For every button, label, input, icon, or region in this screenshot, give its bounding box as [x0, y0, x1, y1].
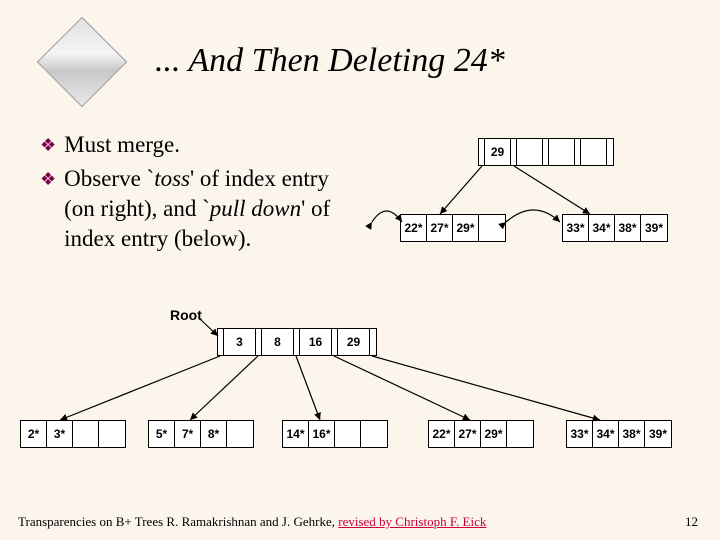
leaf-key: 33* — [567, 421, 593, 447]
leaf-empty — [361, 421, 387, 447]
bullet-text: Must merge. — [64, 130, 180, 160]
leaf-node-2: 5* 7* 8* — [148, 420, 254, 448]
leaf-key: 3* — [47, 421, 73, 447]
leaf-key: 34* — [589, 215, 615, 241]
slide-title: ... And Then Deleting 24* — [155, 42, 505, 80]
bullet-item: ❖ Must merge. — [40, 130, 350, 160]
leaf-key: 22* — [401, 215, 427, 241]
leaf-key: 39* — [645, 421, 671, 447]
node-empty — [549, 139, 575, 165]
root-label: Root — [170, 307, 202, 323]
leaf-node-top-right: 33* 34* 38* 39* — [562, 214, 668, 242]
leaf-key: 34* — [593, 421, 619, 447]
bullet-item: ❖ Observe `toss' of index entry (on righ… — [40, 164, 350, 254]
node-empty — [581, 139, 607, 165]
leaf-key: 38* — [619, 421, 645, 447]
page-number: 12 — [685, 514, 698, 530]
leaf-key: 5* — [149, 421, 175, 447]
leaf-node-top-left: 22* 27* 29* — [400, 214, 506, 242]
root-node: 3 8 16 29 — [217, 328, 377, 356]
node-empty — [517, 139, 543, 165]
leaf-empty — [507, 421, 533, 447]
bullet-icon: ❖ — [40, 130, 56, 160]
leaf-empty — [335, 421, 361, 447]
internal-node-top: 29 — [478, 138, 614, 166]
leaf-node-5: 33* 34* 38* 39* — [566, 420, 672, 448]
leaf-key: 29* — [453, 215, 479, 241]
node-key: 3 — [224, 329, 256, 355]
node-key: 16 — [300, 329, 332, 355]
leaf-empty — [479, 215, 505, 241]
leaf-node-3: 14* 16* — [282, 420, 388, 448]
leaf-empty — [73, 421, 99, 447]
leaf-key: 39* — [641, 215, 667, 241]
leaf-key: 7* — [175, 421, 201, 447]
leaf-key: 16* — [309, 421, 335, 447]
node-key: 8 — [262, 329, 294, 355]
leaf-empty — [227, 421, 253, 447]
leaf-key: 14* — [283, 421, 309, 447]
attribution-text: Transparencies on B+ Trees R. Ramakrishn… — [18, 514, 486, 530]
leaf-node-1: 2* 3* — [20, 420, 126, 448]
leaf-key: 8* — [201, 421, 227, 447]
leaf-key: 27* — [427, 215, 453, 241]
leaf-node-4: 22* 27* 29* — [428, 420, 534, 448]
leaf-key: 27* — [455, 421, 481, 447]
leaf-key: 2* — [21, 421, 47, 447]
leaf-empty — [99, 421, 125, 447]
diamond-bullet-decor — [37, 17, 128, 108]
leaf-key: 29* — [481, 421, 507, 447]
leaf-key: 38* — [615, 215, 641, 241]
node-key: 29 — [338, 329, 370, 355]
leaf-key: 22* — [429, 421, 455, 447]
node-key: 29 — [485, 139, 511, 165]
bullet-text: Observe `toss' of index entry (on right)… — [64, 164, 350, 254]
bullet-icon: ❖ — [40, 164, 56, 254]
bullet-list: ❖ Must merge. ❖ Observe `toss' of index … — [40, 130, 350, 258]
leaf-key: 33* — [563, 215, 589, 241]
